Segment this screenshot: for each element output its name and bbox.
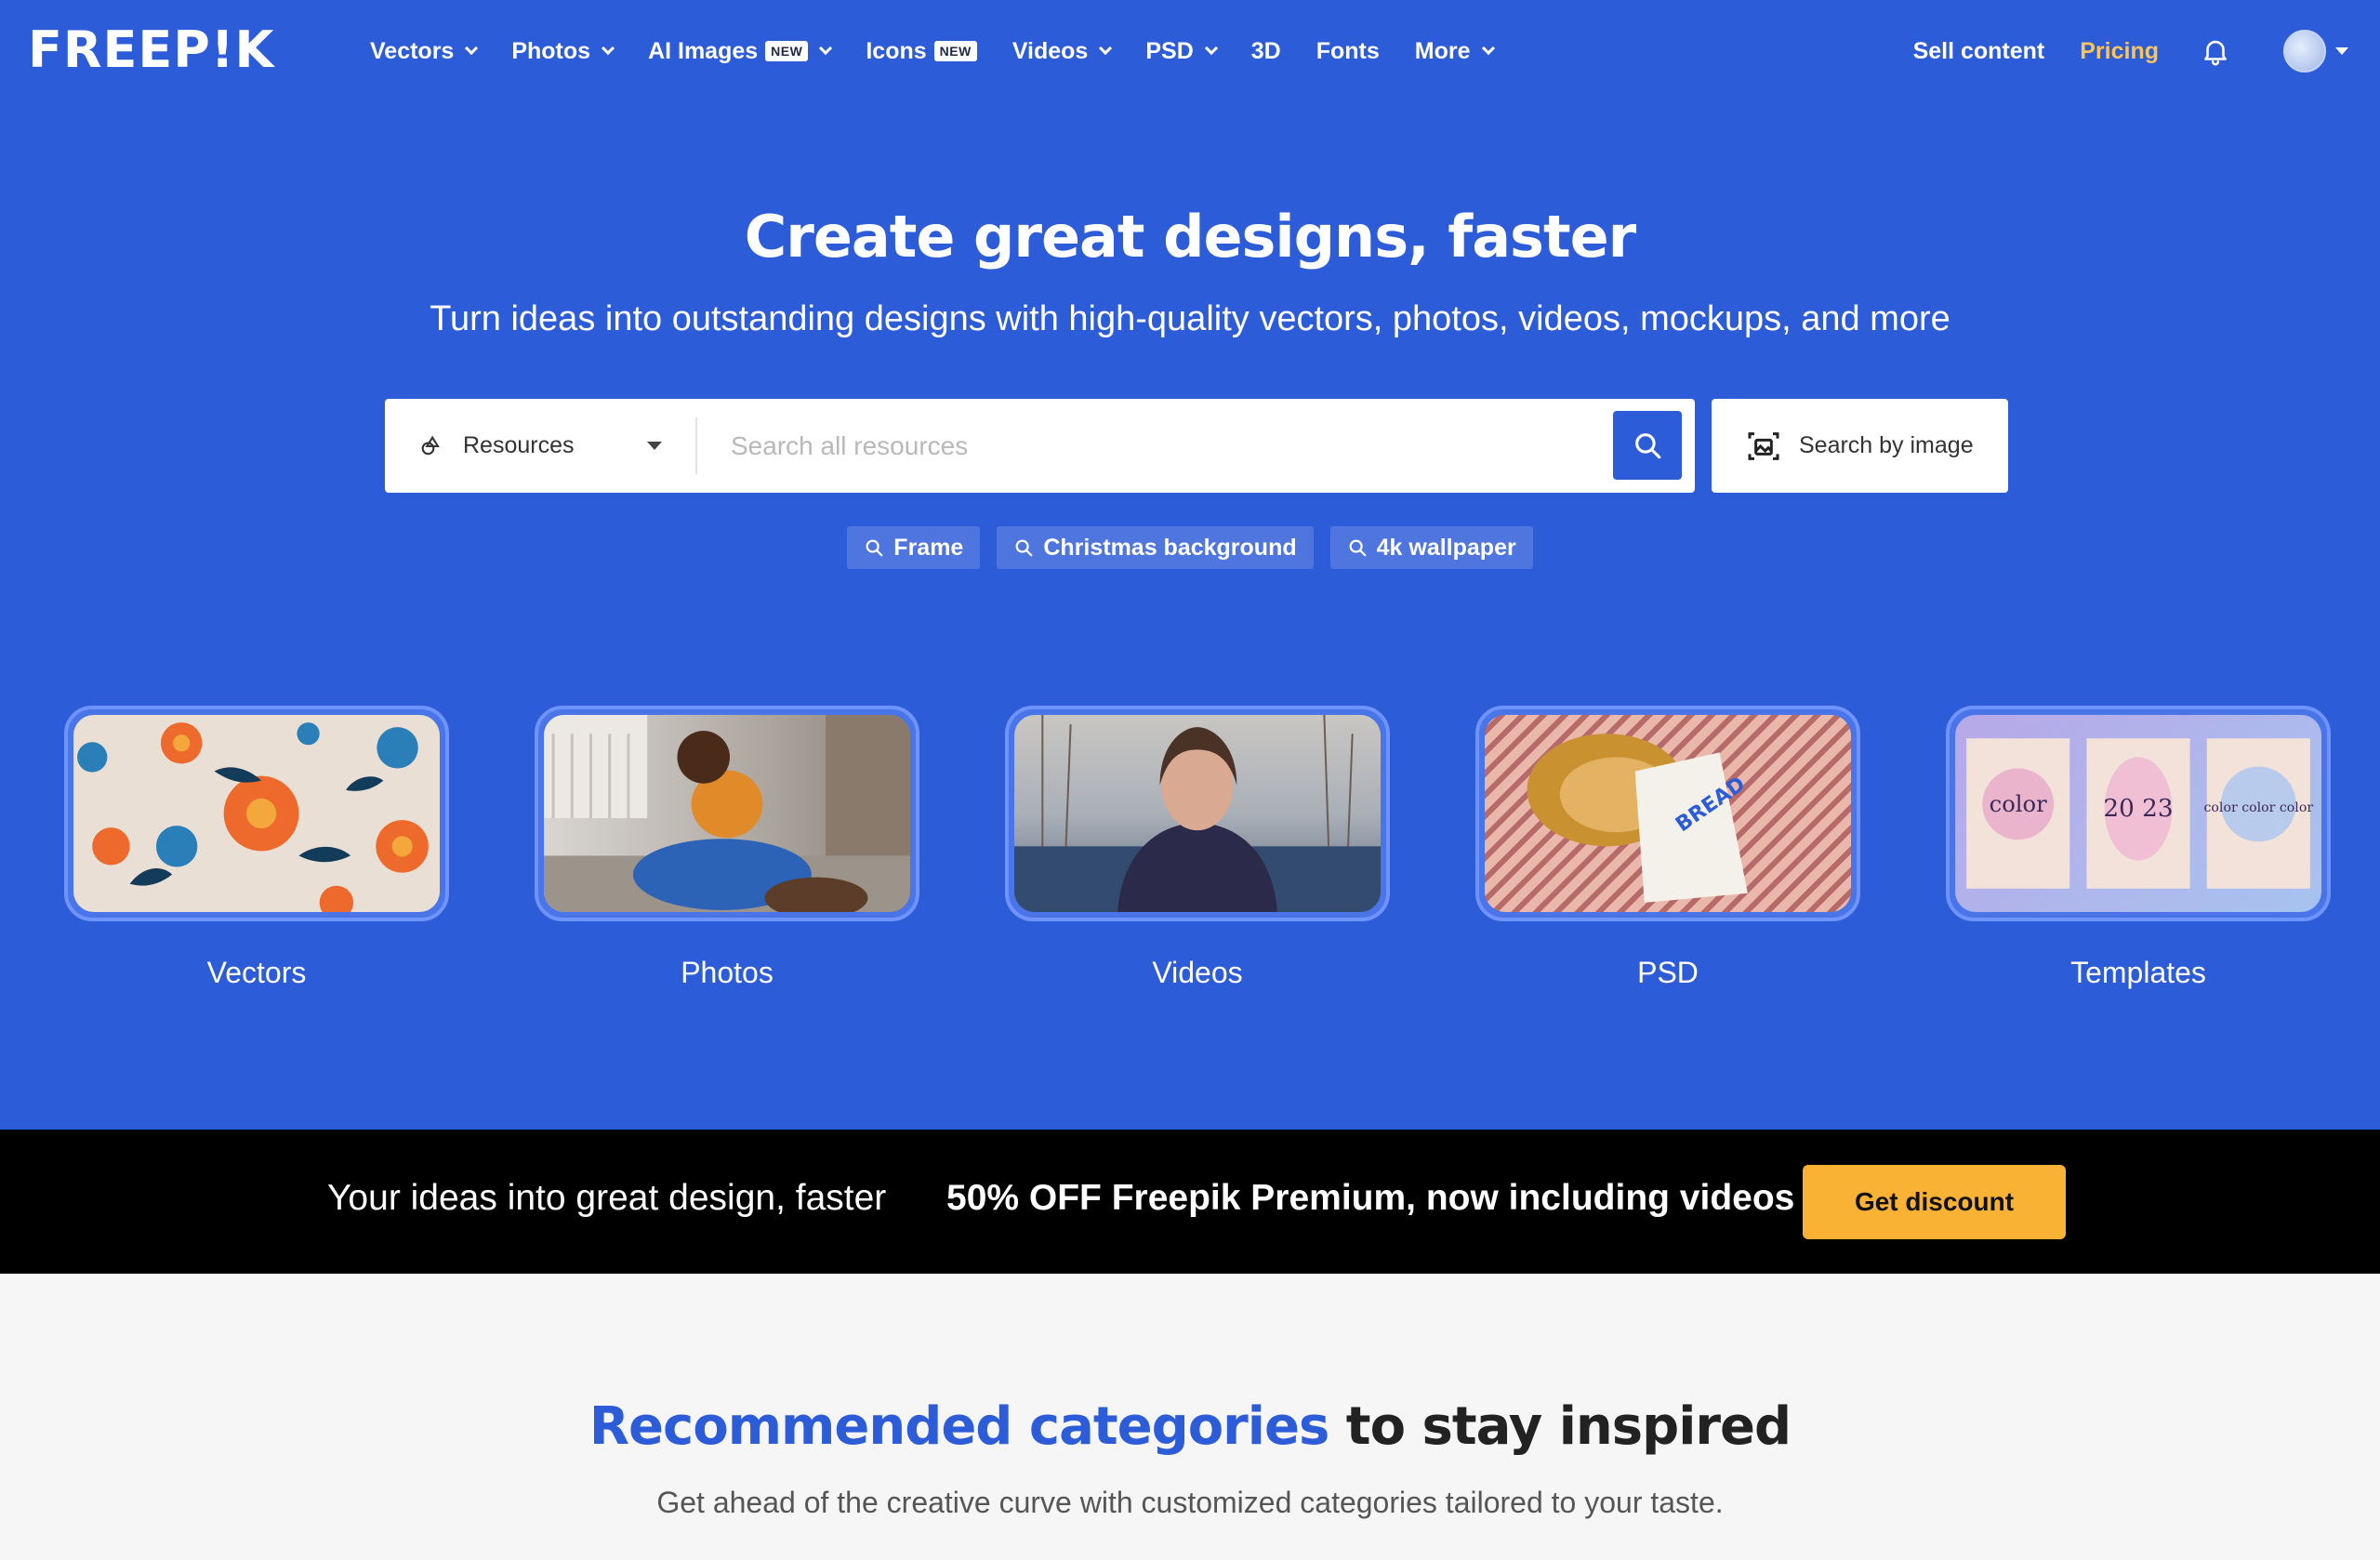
search-divider — [695, 417, 697, 474]
caret-down-icon — [647, 442, 662, 450]
nav-item-label: Icons — [866, 37, 927, 64]
category-card-templates[interactable]: color 20 23 color color color Templates — [1946, 706, 2331, 990]
nav-item-label: More — [1414, 37, 1471, 64]
search-by-image-button[interactable]: Search by image — [1712, 399, 2008, 493]
category-label: Vectors — [206, 956, 307, 989]
sell-content-link[interactable]: Sell content — [1913, 38, 2045, 65]
nav-item-label: PSD — [1145, 37, 1194, 64]
caret-down-icon — [2335, 47, 2348, 55]
category-label: Templates — [2070, 956, 2206, 989]
nav-item-label: Fonts — [1316, 37, 1380, 64]
vectors-thumbnail — [73, 715, 440, 912]
nav-item-psd[interactable]: PSD — [1145, 37, 1218, 65]
videos-thumbnail — [1014, 715, 1381, 912]
category-label: PSD — [1637, 956, 1699, 989]
search-by-image-label: Search by image — [1799, 432, 1974, 458]
nav-item-vectors[interactable]: Vectors — [370, 37, 479, 65]
chevron-down-icon — [465, 41, 479, 56]
suggestion-label: 4k wallpaper — [1376, 534, 1516, 561]
resources-icon — [421, 435, 440, 455]
category-thumbnail-frame — [1005, 706, 1390, 921]
chevron-down-icon — [1481, 41, 1495, 56]
category-cards: Vectors Photos Videos BREAD PSD color 20… — [0, 706, 2380, 989]
search-button[interactable] — [1613, 411, 1682, 480]
image-search-icon — [1748, 431, 1779, 460]
chevron-down-icon — [1099, 41, 1113, 56]
nav-item-label: 3D — [1250, 37, 1281, 64]
new-badge: NEW — [765, 41, 809, 61]
templates-thumbnail: color 20 23 color color color — [1955, 715, 2321, 912]
nav-item-fonts[interactable]: Fonts — [1316, 38, 1380, 65]
child-photo-image — [544, 715, 910, 912]
poster-templates-image: color 20 23 color color color — [1966, 738, 2314, 889]
category-card-videos[interactable]: Videos — [1005, 706, 1390, 990]
search-icon — [1635, 433, 1661, 459]
nav-item-videos[interactable]: Videos — [1012, 37, 1113, 65]
freepik-logo[interactable]: FREEP!K — [28, 24, 274, 76]
get-discount-button[interactable]: Get discount — [1803, 1165, 2066, 1239]
psd-thumbnail: BREAD — [1485, 715, 1851, 912]
resource-type-label: Resources — [463, 432, 575, 458]
search-icon — [1349, 539, 1366, 557]
search-icon — [1015, 539, 1033, 557]
category-label: Videos — [1152, 956, 1243, 989]
template-card-text: color — [1990, 791, 2047, 817]
promo-tagline: Your ideas into great design, faster — [327, 1178, 887, 1218]
category-thumbnail-frame — [535, 706, 919, 921]
resource-type-select[interactable]: Resources — [385, 399, 695, 493]
chevron-down-icon — [819, 41, 833, 56]
nav-item-label: Photos — [511, 37, 591, 64]
hero-section: FREEP!K Vectors Photos AI Images NEW Ico… — [0, 0, 2380, 1130]
woman-video-still-image — [1014, 715, 1381, 912]
photos-thumbnail — [544, 715, 910, 912]
suggestion-chip-frame[interactable]: Frame — [847, 526, 981, 569]
chevron-down-icon — [601, 41, 615, 56]
nav-item-label: AI Images — [648, 37, 759, 64]
category-label: Photos — [681, 956, 774, 989]
search-input[interactable] — [731, 417, 1530, 474]
recommended-title-rest: to stay inspired — [1329, 1396, 1792, 1457]
search-bar: Resources — [385, 399, 1695, 493]
nav-item-label: Vectors — [370, 37, 455, 64]
suggestion-label: Frame — [893, 534, 964, 561]
floral-pattern-image — [77, 722, 429, 912]
recommended-title-accent: Recommended categories — [588, 1396, 1329, 1457]
nav-menu: Vectors Photos AI Images NEW Icons NEW V… — [370, 0, 1528, 102]
nav-right: Sell content Pricing — [1913, 0, 2380, 102]
account-menu[interactable] — [2283, 30, 2348, 73]
nav-item-label: Videos — [1012, 37, 1089, 64]
search-suggestions: Frame Christmas background 4k wallpaper — [0, 526, 2380, 569]
category-card-psd[interactable]: BREAD PSD — [1475, 706, 1860, 990]
pricing-link[interactable]: Pricing — [2080, 38, 2159, 65]
promo-offer: 50% OFF Freepik Premium, now including v… — [946, 1178, 1795, 1218]
search-icon — [866, 539, 883, 557]
template-card-text: 20 23 — [2103, 795, 2173, 823]
page-title: Create great designs, faster — [744, 203, 1636, 271]
category-card-photos[interactable]: Photos — [535, 706, 919, 990]
nav-item-more[interactable]: More — [1414, 37, 1495, 65]
avatar — [2283, 30, 2326, 73]
category-thumbnail-frame: BREAD — [1475, 706, 1860, 921]
promo-banner: Your ideas into great design, faster 50%… — [0, 1130, 2380, 1274]
top-navigation: FREEP!K Vectors Photos AI Images NEW Ico… — [0, 0, 2380, 102]
recommended-subtitle: Get ahead of the creative curve with cus… — [656, 1486, 1724, 1519]
recommended-title: Recommended categories to stay inspired — [0, 1396, 2380, 1457]
bread-bag-mockup-image: BREAD — [1527, 734, 1750, 903]
bell-icon[interactable] — [2200, 35, 2231, 67]
category-thumbnail-frame — [64, 706, 449, 921]
nav-item-icons[interactable]: Icons NEW — [866, 37, 977, 65]
page-subtitle: Turn ideas into outstanding designs with… — [430, 299, 1950, 338]
suggestion-chip-christmas-background[interactable]: Christmas background — [997, 526, 1314, 569]
nav-item-3d[interactable]: 3D — [1251, 38, 1281, 65]
new-badge: NEW — [933, 41, 977, 61]
suggestion-label: Christmas background — [1043, 534, 1297, 561]
template-card-text: color color color — [2204, 800, 2314, 815]
suggestion-chip-4k-wallpaper[interactable]: 4k wallpaper — [1329, 526, 1533, 569]
category-card-vectors[interactable]: Vectors — [64, 706, 449, 990]
category-thumbnail-frame: color 20 23 color color color — [1946, 706, 2331, 921]
nav-item-ai-images[interactable]: AI Images NEW — [648, 37, 833, 65]
nav-item-photos[interactable]: Photos — [511, 37, 615, 65]
chevron-down-icon — [1204, 41, 1218, 56]
